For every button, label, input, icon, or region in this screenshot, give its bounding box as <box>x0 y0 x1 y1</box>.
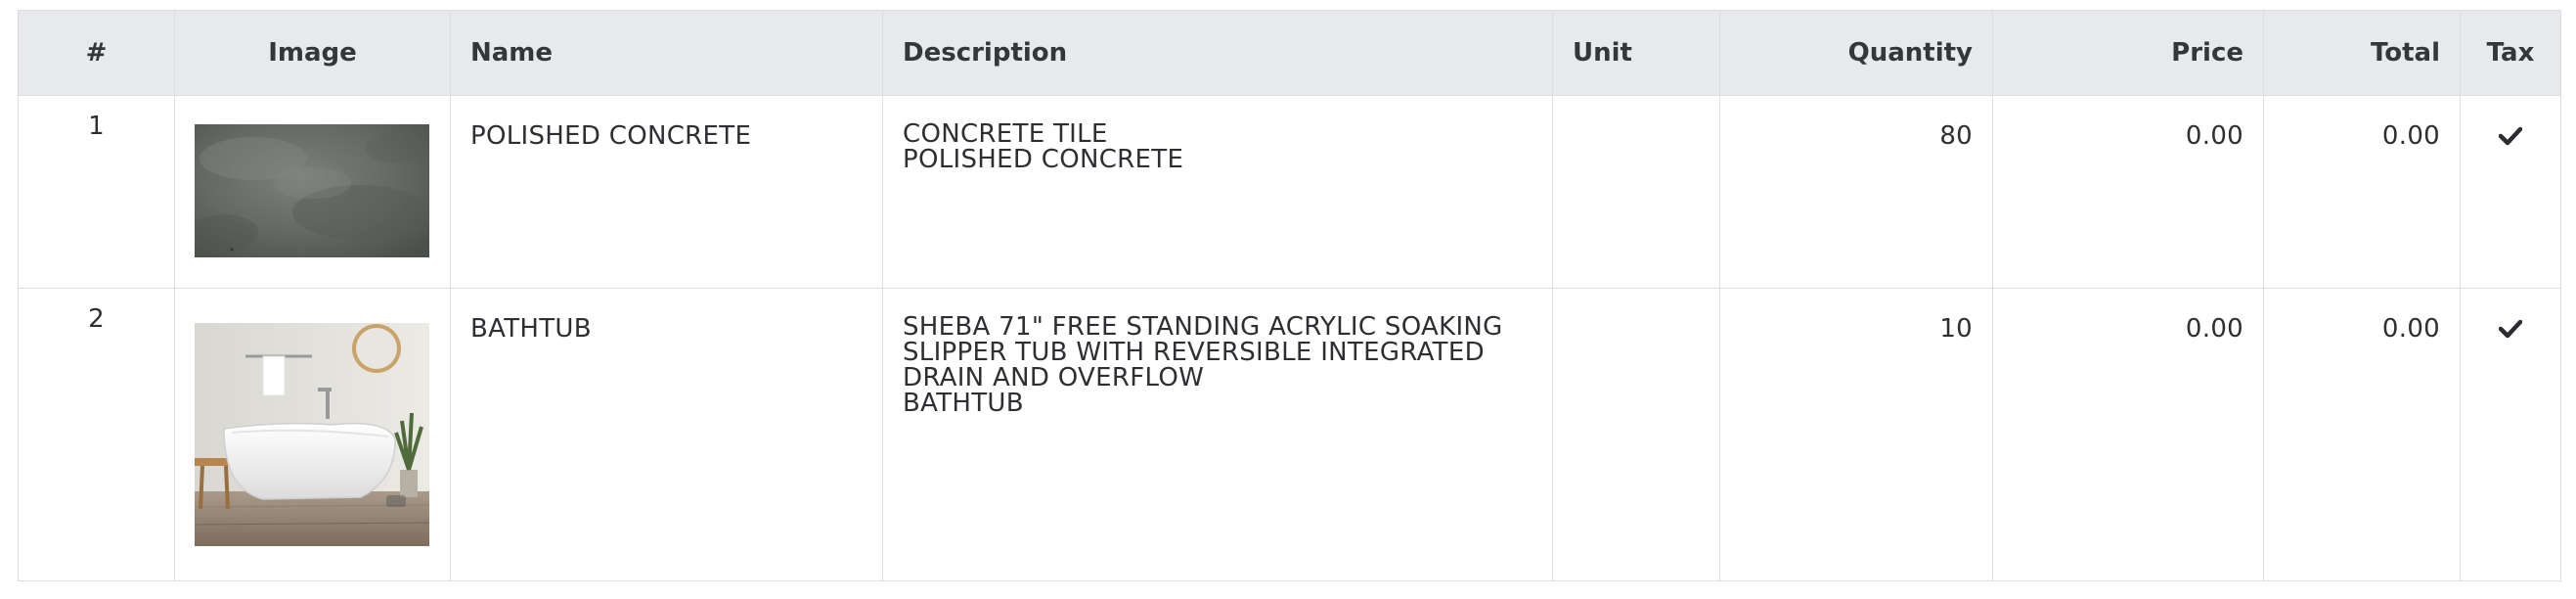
row-tax <box>2460 288 2561 581</box>
row-number: 1 <box>18 95 175 289</box>
row-number: 2 <box>18 288 175 581</box>
description-line: CONCRETE TILE <box>903 119 1108 149</box>
check-icon <box>2498 316 2523 346</box>
header-row: # Image Name Description Unit Quantity P… <box>18 10 2561 96</box>
row-description: SHEBA 71" FREE STANDING ACRYLIC SOAKING … <box>882 288 1553 581</box>
description-line: DRAIN AND OVERFLOW <box>903 363 1205 392</box>
row-description: CONCRETE TILE POLISHED CONCRETE <box>882 95 1553 289</box>
row-price: 0.00 <box>1992 95 2264 289</box>
column-header-number[interactable]: # <box>18 10 175 96</box>
table-row[interactable]: 2 BATHTUB SHEBA 71" FREE STANDING ACRYLI… <box>18 288 2561 581</box>
line-items-table-container: # Image Name Description Unit Quantity P… <box>18 10 2561 581</box>
row-image-cell <box>174 288 451 581</box>
description-line: BATHTUB <box>903 389 1024 418</box>
table-body: 1 POLISHED CONCRETE CONCRETE TILE POLISH… <box>18 95 2561 581</box>
concrete-tile-thumbnail[interactable] <box>195 124 429 257</box>
row-name: BATHTUB <box>450 288 883 581</box>
row-quantity: 80 <box>1719 95 1993 289</box>
column-header-quantity[interactable]: Quantity <box>1719 10 1993 96</box>
column-header-total[interactable]: Total <box>2263 10 2461 96</box>
column-header-price[interactable]: Price <box>1992 10 2264 96</box>
row-unit <box>1552 288 1720 581</box>
bathtub-thumbnail[interactable] <box>195 323 429 546</box>
check-icon <box>2498 123 2523 153</box>
column-header-unit[interactable]: Unit <box>1552 10 1720 96</box>
row-unit <box>1552 95 1720 289</box>
column-header-description[interactable]: Description <box>882 10 1553 96</box>
row-name: POLISHED CONCRETE <box>450 95 883 289</box>
row-price: 0.00 <box>1992 288 2264 581</box>
column-header-name[interactable]: Name <box>450 10 883 96</box>
line-items-table: # Image Name Description Unit Quantity P… <box>18 10 2561 581</box>
description-line: SLIPPER TUB WITH REVERSIBLE INTEGRATED <box>903 338 1485 367</box>
row-tax <box>2460 95 2561 289</box>
row-total: 0.00 <box>2263 288 2461 581</box>
description-line: SHEBA 71" FREE STANDING ACRYLIC SOAKING <box>903 312 1503 342</box>
row-total: 0.00 <box>2263 95 2461 289</box>
row-image-cell <box>174 95 451 289</box>
table-row[interactable]: 1 POLISHED CONCRETE CONCRETE TILE POLISH… <box>18 95 2561 289</box>
column-header-tax[interactable]: Tax <box>2460 10 2561 96</box>
description-line: POLISHED CONCRETE <box>903 145 1184 174</box>
table-header: # Image Name Description Unit Quantity P… <box>18 10 2561 96</box>
row-quantity: 10 <box>1719 288 1993 581</box>
column-header-image[interactable]: Image <box>174 10 451 96</box>
